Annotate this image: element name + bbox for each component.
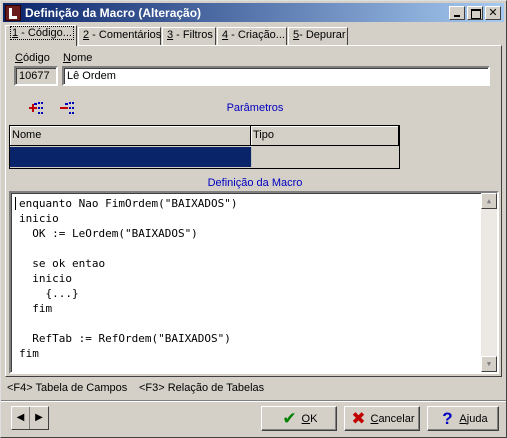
divider xyxy=(1,400,506,402)
label-text: ome xyxy=(70,52,93,64)
tab-depurar[interactable]: 5- Depurar xyxy=(288,27,348,45)
arrow-left-icon[interactable]: ◀ xyxy=(12,407,30,429)
code-line: OK := LeOrdem("BAIXADOS") xyxy=(19,227,198,240)
tab-label: - Depurar xyxy=(299,29,346,41)
ok-label: OK xyxy=(302,413,318,425)
tab-codigo[interactable]: 1 - Código... xyxy=(5,25,77,46)
column-header-tipo[interactable]: Tipo xyxy=(251,126,399,146)
scroll-down-icon[interactable]: ▼ xyxy=(481,356,497,372)
help-button[interactable]: ? Ajuda xyxy=(427,406,499,431)
cancel-label: Cancelar xyxy=(370,413,414,425)
help-label: Ajuda xyxy=(459,413,487,425)
codigo-label: Código xyxy=(15,52,50,64)
window-title: Definição da Macro (Alteração) xyxy=(25,5,202,20)
arrow-right-icon[interactable]: ▶ xyxy=(30,407,48,429)
app-logo-icon xyxy=(5,4,21,21)
code-line: fim xyxy=(19,302,53,315)
button-text: juda xyxy=(466,412,488,425)
tab-criacao[interactable]: 4 - Criação... xyxy=(217,27,287,45)
vertical-scrollbar[interactable]: ▲ ▼ xyxy=(481,193,497,372)
code-line: {...} xyxy=(19,287,79,300)
tab-filtros[interactable]: 3 - Filtros xyxy=(162,27,216,45)
status-f4-hint: <F4> Tabela de Campos xyxy=(7,382,128,394)
code-line: se ok entao xyxy=(19,257,106,270)
button-text: K xyxy=(310,412,318,425)
title-bar[interactable]: Definição da Macro (Alteração) ✕ xyxy=(3,3,504,22)
minimize-button[interactable] xyxy=(449,5,465,20)
nome-label: Nome xyxy=(63,52,92,64)
question-icon: ? xyxy=(442,408,453,428)
tab-label: - Código... xyxy=(18,27,72,39)
grid-cell-tipo[interactable] xyxy=(251,147,399,167)
nome-field[interactable]: Lê Ordem xyxy=(62,66,490,86)
column-header-nome[interactable]: Nome xyxy=(10,126,251,146)
parametros-title: Parâmetros xyxy=(226,102,284,114)
tab-label: - Comentários xyxy=(89,29,162,41)
text-caret xyxy=(15,197,16,210)
remove-parameter-icon[interactable] xyxy=(59,100,77,116)
grid-cell-nome[interactable] xyxy=(10,147,251,167)
button-hotkey: O xyxy=(301,412,311,425)
label-text: ódigo xyxy=(22,52,50,64)
tab-label: - Filtros xyxy=(173,29,213,41)
scroll-up-icon[interactable]: ▲ xyxy=(481,193,497,209)
button-hotkey: A xyxy=(459,412,467,425)
code-line: inicio xyxy=(19,272,72,285)
navigation-buttons: ◀ ▶ xyxy=(11,406,49,430)
cross-icon: ✖ xyxy=(351,408,366,428)
label-hotkey: N xyxy=(63,52,71,64)
checkmark-icon: ✔ xyxy=(282,408,297,428)
codigo-field[interactable]: 10677 xyxy=(14,66,58,86)
code-line: enquanto Nao FimOrdem("BAIXADOS") xyxy=(19,197,238,210)
macro-code-editor[interactable]: enquanto Nao FimOrdem("BAIXADOS") inicio… xyxy=(9,191,499,374)
tab-label: - Criação... xyxy=(228,29,285,41)
close-button[interactable]: ✕ xyxy=(485,5,501,20)
code-line: RefTab := RefOrdem("BAIXADOS") xyxy=(19,332,231,345)
parameters-grid[interactable]: Nome Tipo xyxy=(9,125,400,169)
maximize-button[interactable] xyxy=(467,5,483,20)
status-bar: <F4> Tabela de Campos <F3> Relação de Ta… xyxy=(5,381,504,397)
cancel-button[interactable]: ✖ Cancelar xyxy=(344,406,420,431)
add-parameter-icon[interactable] xyxy=(28,100,46,116)
macro-dialog-window: Definição da Macro (Alteração) ✕ 1 - Cód… xyxy=(0,0,507,438)
code-line: fim xyxy=(19,347,39,360)
macro-definition-title: Definição da Macro xyxy=(207,177,303,189)
button-text: ancelar xyxy=(378,412,415,425)
status-f3-hint: <F3> Relação de Tabelas xyxy=(139,382,265,394)
tab-comentarios[interactable]: 2 - Comentários xyxy=(78,27,161,45)
label-hotkey: C xyxy=(15,52,23,64)
ok-button[interactable]: ✔ OK xyxy=(261,406,337,431)
code-line: inicio xyxy=(19,212,59,225)
